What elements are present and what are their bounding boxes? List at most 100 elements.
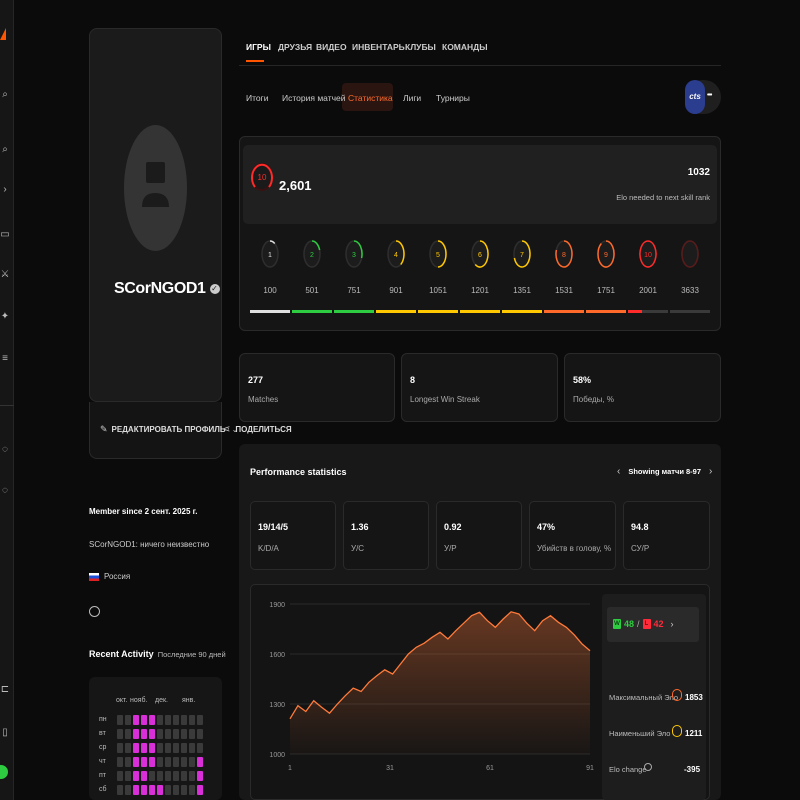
subtab-summary[interactable]: Итоги (246, 93, 268, 103)
subtab-leagues[interactable]: Лиги (403, 93, 421, 103)
activity-cell (125, 715, 131, 725)
x-tick-label: 91 (586, 765, 594, 772)
profile-card: SCorNGOD1 ✓ (89, 28, 222, 402)
chevron-right-icon[interactable]: › (709, 466, 712, 477)
search-icon[interactable]: ⌕ (0, 90, 10, 100)
share-label: ПОДЕЛИТЬСЯ (235, 425, 292, 434)
steam-icon[interactable] (89, 606, 100, 617)
activity-cell (149, 757, 155, 767)
flag-icon (89, 572, 99, 581)
month-jan: янв. (182, 697, 196, 704)
matches-value: 277 (248, 375, 264, 385)
member-since: Member since 2 сент. 2025 г. (89, 507, 198, 516)
share-button[interactable]: ⋖ ПОДЕЛИТЬСЯ (222, 424, 292, 435)
nav-icon-7[interactable]: ▯ (0, 728, 10, 738)
elo-change-label: Elo change (609, 765, 647, 774)
level-number: 9 (604, 252, 608, 259)
activity-cell (189, 785, 195, 795)
nav-icon-5[interactable]: ✦ (0, 312, 10, 322)
tab-inventory[interactable]: ИНВЕНТАРЬ (352, 42, 405, 52)
activity-cell (181, 743, 187, 753)
winrate-value: 58% (573, 375, 592, 385)
pencil-icon: ✎ (100, 424, 108, 434)
kda-value: 19/14/5 (258, 522, 289, 532)
activity-cell (165, 729, 171, 739)
matches-card: 277 Matches (239, 353, 395, 422)
nickname-row: SCorNGOD1 ✓ (114, 280, 220, 298)
more-icon[interactable]: ••• (707, 92, 712, 99)
status-icon[interactable] (0, 765, 8, 779)
avatar-head-icon (146, 162, 165, 183)
tab-clubs[interactable]: КЛУБЫ (405, 42, 436, 52)
kd-value: 1.36 (351, 522, 369, 532)
elo-chart: 1000 1300 1600 1900 1 31 61 91 (269, 602, 594, 772)
winrate-card: 58% Победы, % (564, 353, 721, 422)
subtab-statistics[interactable]: Статистика (348, 93, 393, 103)
chat-icon[interactable]: ◌ (0, 445, 10, 455)
activity-cell (141, 785, 147, 795)
info-icon[interactable] (644, 763, 652, 771)
day-label: чт (99, 758, 106, 765)
kda-card: 19/14/5 K/D/A (250, 501, 336, 570)
activity-cell (157, 757, 163, 767)
activity-cell (189, 715, 195, 725)
share-icon: ⋖ (222, 424, 231, 435)
activity-cell (117, 757, 123, 767)
activity-cell (117, 785, 123, 795)
level-number: 1 (268, 252, 272, 259)
game-selector[interactable]: cts ••• (685, 80, 721, 114)
level-4-icon: 4 (387, 240, 405, 268)
level-progress-segment (586, 310, 626, 313)
activity-cell (173, 785, 179, 795)
activity-cell (133, 757, 139, 767)
level-threshold: 751 (347, 286, 361, 295)
activity-cell (133, 771, 139, 781)
nav-icon-2[interactable]: › (0, 185, 10, 195)
level-8-icon: 8 (555, 240, 573, 268)
activity-cell (157, 715, 163, 725)
max-elo-value: 1853 (685, 693, 703, 702)
logo-icon[interactable] (0, 28, 6, 40)
day-label: пн (99, 716, 107, 723)
level-progress-segment (418, 310, 458, 313)
month-nov: нояб. (130, 697, 148, 704)
level-number: 8 (562, 252, 566, 259)
activity-cell (189, 729, 195, 739)
activity-cell (181, 715, 187, 725)
activity-cell (125, 771, 131, 781)
tab-video[interactable]: ВИДЕО (316, 42, 347, 52)
level-threshold: 1751 (597, 286, 615, 295)
tab-teams[interactable]: КОМАНДЫ (442, 42, 488, 52)
level-11-icon (681, 240, 699, 268)
avatar (124, 125, 187, 251)
adr-value: 94.8 (631, 522, 649, 532)
kd-card: 1.36 У/С (343, 501, 429, 570)
activity-cell (181, 785, 187, 795)
play-icon[interactable]: ⌕ (0, 145, 10, 155)
day-label: вт (99, 730, 106, 737)
kr-label: У/Р (444, 544, 457, 553)
activity-cell (149, 715, 155, 725)
tab-friends[interactable]: ДРУЗЬЯ (278, 42, 312, 52)
chevron-right-icon: › (670, 619, 674, 629)
country-row: Россия (89, 572, 130, 581)
subtab-match-history[interactable]: История матчей (282, 93, 346, 103)
nav-icon-4[interactable]: ⚔ (0, 270, 10, 280)
activity-cell (133, 715, 139, 725)
activity-cell (181, 771, 187, 781)
elo-header: 10 2,601 1032 Elo needed to next skill r… (243, 145, 717, 224)
tab-games[interactable]: ИГРЫ (246, 42, 271, 52)
menu-icon[interactable]: ≡ (0, 354, 10, 364)
activity-cell (117, 729, 123, 739)
level-threshold: 1351 (513, 286, 531, 295)
max-elo-icon (672, 689, 682, 701)
level-10-icon: 10 (251, 163, 273, 191)
wl-box[interactable]: W 48 / L 42 › (607, 607, 699, 642)
nav-icon-6[interactable]: ⊏ (0, 685, 10, 695)
nav-icon-3[interactable]: ▭ (0, 230, 10, 240)
edit-profile-button[interactable]: ✎ РЕДАКТИРОВАТЬ ПРОФИЛЬ ⌄ (100, 424, 238, 435)
subtab-tournaments[interactable]: Турниры (436, 93, 470, 103)
chevron-left-icon[interactable]: ‹ (617, 466, 620, 477)
level-progress-segment (670, 310, 710, 313)
help-icon[interactable]: ◌ (0, 486, 10, 496)
